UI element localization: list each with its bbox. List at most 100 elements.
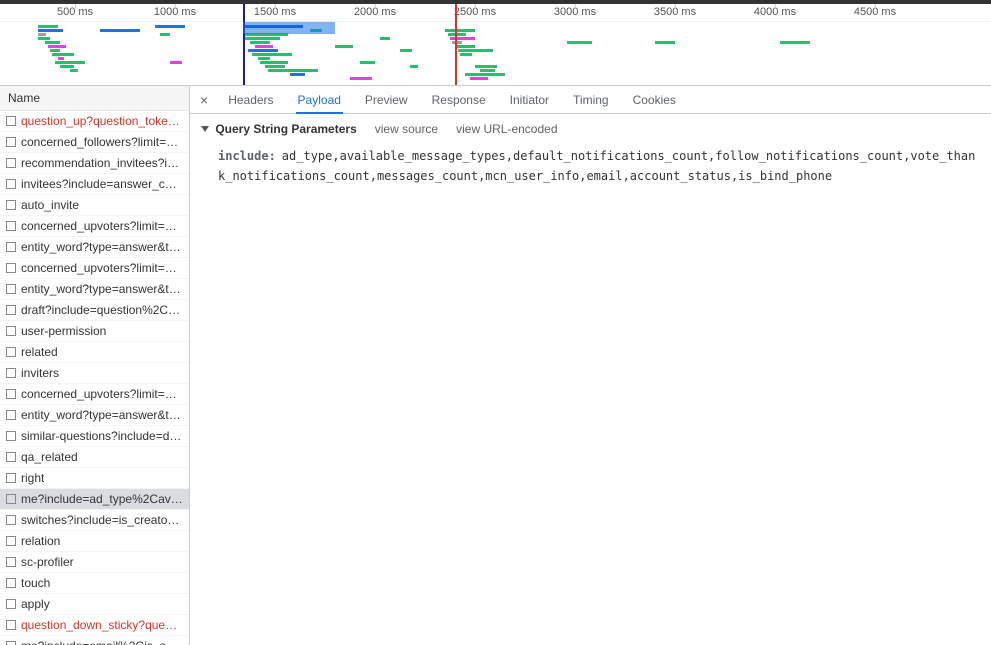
close-icon[interactable]: ×: [200, 92, 208, 108]
request-label: touch: [21, 576, 50, 590]
request-checkbox[interactable]: [6, 116, 16, 126]
waterfall-bar: [260, 61, 288, 64]
timeline-tick: 500 ms: [57, 6, 93, 18]
request-row[interactable]: apply: [0, 594, 189, 615]
request-label: inviters: [21, 366, 59, 380]
request-checkbox[interactable]: [6, 200, 16, 210]
tab-headers[interactable]: Headers: [226, 87, 275, 113]
request-checkbox[interactable]: [6, 536, 16, 546]
request-checkbox[interactable]: [6, 515, 16, 525]
request-checkbox[interactable]: [6, 452, 16, 462]
request-checkbox[interactable]: [6, 284, 16, 294]
request-row[interactable]: concerned_followers?limit=7…: [0, 132, 189, 153]
timeline-tick: 4500 ms: [854, 6, 896, 18]
request-checkbox[interactable]: [6, 557, 16, 567]
request-checkbox[interactable]: [6, 431, 16, 441]
request-checkbox[interactable]: [6, 599, 16, 609]
request-row[interactable]: auto_invite: [0, 195, 189, 216]
waterfall-bar: [480, 69, 495, 72]
request-label: related: [21, 345, 58, 359]
request-checkbox[interactable]: [6, 347, 16, 357]
request-checkbox[interactable]: [6, 641, 16, 645]
request-row[interactable]: entity_word?type=answer&to…: [0, 237, 189, 258]
request-checkbox[interactable]: [6, 410, 16, 420]
request-row[interactable]: user-permission: [0, 321, 189, 342]
request-checkbox[interactable]: [6, 242, 16, 252]
tab-cookies[interactable]: Cookies: [631, 87, 678, 113]
view-urlencoded-link[interactable]: view URL-encoded: [456, 122, 557, 136]
timeline-selection[interactable]: [243, 22, 335, 34]
request-row[interactable]: similar-questions?include=da…: [0, 426, 189, 447]
param-key: include:: [218, 149, 276, 163]
request-checkbox[interactable]: [6, 263, 16, 273]
request-checkbox[interactable]: [6, 473, 16, 483]
request-label: right: [21, 471, 44, 485]
waterfall-bar: [55, 61, 85, 64]
request-row[interactable]: right: [0, 468, 189, 489]
request-row[interactable]: invitees?include=answer_cou…: [0, 174, 189, 195]
request-row[interactable]: question_up?question_token…: [0, 111, 189, 132]
tab-preview[interactable]: Preview: [363, 87, 410, 113]
request-list[interactable]: Name question_up?question_token…concerne…: [0, 86, 190, 645]
request-checkbox[interactable]: [6, 368, 16, 378]
waterfall-bar: [170, 61, 182, 64]
view-source-link[interactable]: view source: [375, 122, 438, 136]
request-list-header[interactable]: Name: [0, 86, 189, 111]
request-checkbox[interactable]: [6, 578, 16, 588]
request-row[interactable]: concerned_upvoters?limit=5…: [0, 258, 189, 279]
request-label: user-permission: [21, 324, 106, 338]
request-row[interactable]: inviters: [0, 363, 189, 384]
request-row[interactable]: concerned_upvoters?limit=5…: [0, 384, 189, 405]
waterfall-bar: [452, 41, 462, 44]
request-row[interactable]: related: [0, 342, 189, 363]
request-checkbox[interactable]: [6, 158, 16, 168]
waterfall-bar: [410, 65, 418, 68]
waterfall-bar: [70, 69, 78, 72]
waterfall-bar: [250, 41, 270, 44]
request-row[interactable]: entity_word?type=answer&to…: [0, 279, 189, 300]
request-row[interactable]: qa_related: [0, 447, 189, 468]
request-label: entity_word?type=answer&to…: [21, 240, 183, 254]
query-params-section-header[interactable]: Query String Parameters view source view…: [190, 114, 991, 144]
waterfall-bar: [38, 37, 50, 40]
waterfall-bar: [255, 45, 273, 48]
request-row[interactable]: touch: [0, 573, 189, 594]
param-value: ad_type,available_message_types,default_…: [218, 149, 975, 183]
waterfall-bar: [60, 65, 74, 68]
request-label: draft?include=question%2Csc…: [21, 303, 183, 317]
waterfall-bar: [655, 41, 675, 44]
request-checkbox[interactable]: [6, 305, 16, 315]
request-checkbox[interactable]: [6, 221, 16, 231]
request-checkbox[interactable]: [6, 494, 16, 504]
request-label: relation: [21, 534, 60, 548]
request-checkbox[interactable]: [6, 389, 16, 399]
waterfall-bar: [400, 49, 412, 52]
request-row[interactable]: me?include=email%2Cis_active: [0, 636, 189, 645]
timeline-cursor[interactable]: [243, 4, 245, 85]
request-checkbox[interactable]: [6, 179, 16, 189]
tab-initiator[interactable]: Initiator: [508, 87, 551, 113]
request-label: sc-profiler: [21, 555, 74, 569]
request-label: auto_invite: [21, 198, 79, 212]
request-row[interactable]: concerned_upvoters?limit=5…: [0, 216, 189, 237]
request-row[interactable]: draft?include=question%2Csc…: [0, 300, 189, 321]
waterfall-chart: [0, 22, 991, 84]
request-row[interactable]: me?include=ad_type%2Cavail…: [0, 489, 189, 510]
tab-response[interactable]: Response: [430, 87, 488, 113]
request-checkbox[interactable]: [6, 326, 16, 336]
request-row[interactable]: question_down_sticky?questi…: [0, 615, 189, 636]
waterfall-bar: [290, 73, 305, 76]
timeline-overview[interactable]: 500 ms1000 ms1500 ms2000 ms2500 ms3000 m…: [0, 4, 991, 86]
request-checkbox[interactable]: [6, 137, 16, 147]
request-row[interactable]: recommendation_invitees?inc…: [0, 153, 189, 174]
request-row[interactable]: sc-profiler: [0, 552, 189, 573]
waterfall-bar: [465, 73, 505, 76]
tab-payload[interactable]: Payload: [296, 87, 343, 113]
disclosure-triangle-icon[interactable]: [201, 126, 209, 132]
request-row[interactable]: relation: [0, 531, 189, 552]
request-row[interactable]: entity_word?type=answer&to…: [0, 405, 189, 426]
request-label: apply: [21, 597, 50, 611]
request-checkbox[interactable]: [6, 620, 16, 630]
tab-timing[interactable]: Timing: [571, 87, 611, 113]
request-row[interactable]: switches?include=is_creator%…: [0, 510, 189, 531]
